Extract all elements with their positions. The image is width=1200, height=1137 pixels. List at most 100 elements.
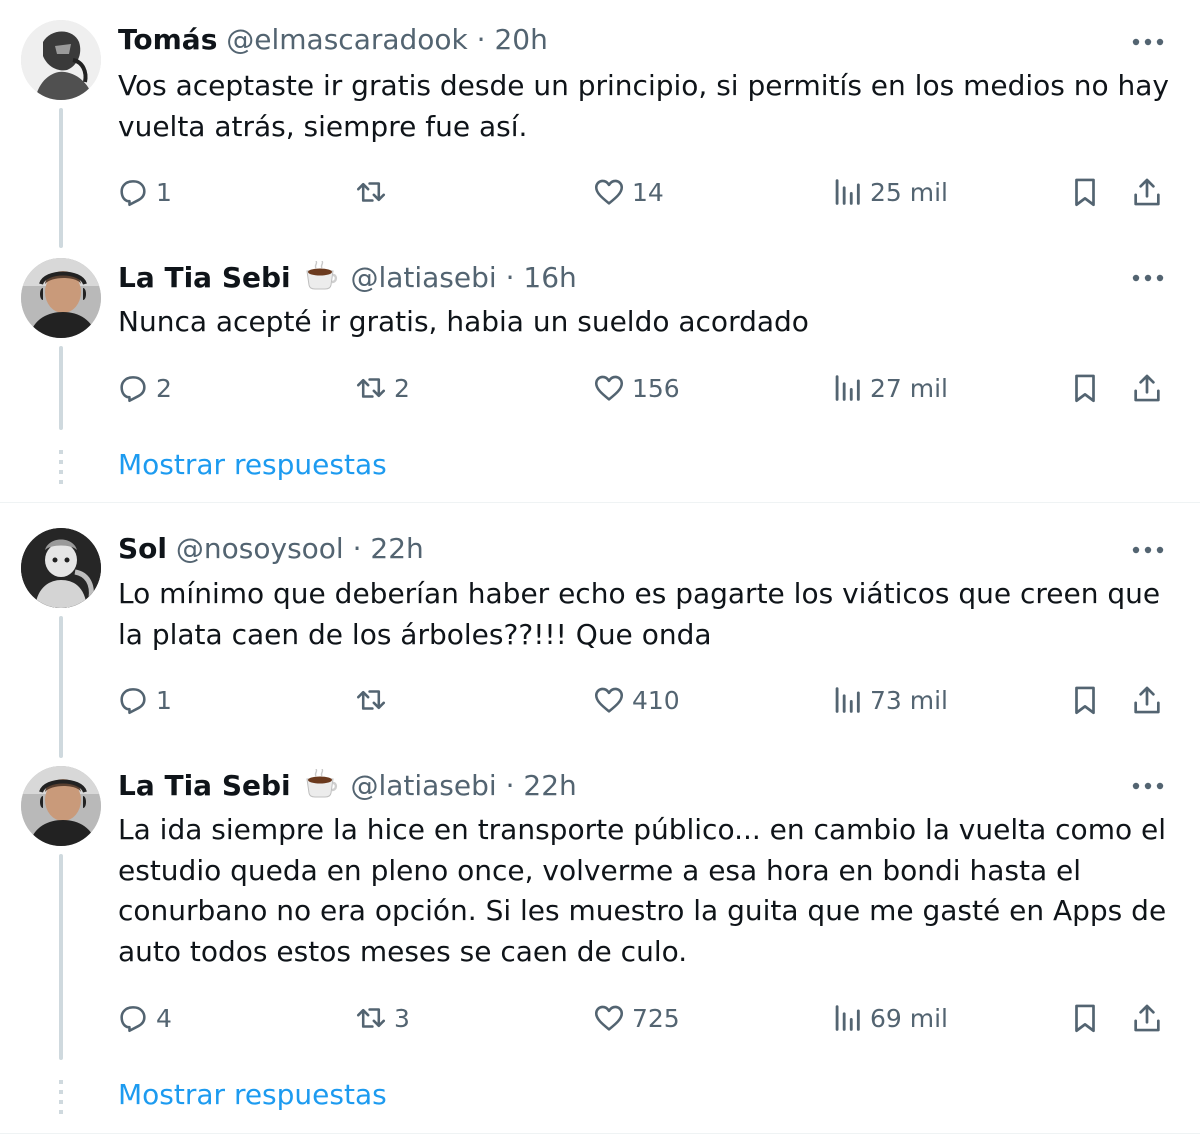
share-icon [1134, 686, 1160, 714]
tweet-1[interactable]: Tomás @elmascaradook · 20h Vos aceptaste… [0, 0, 1200, 248]
share-button[interactable] [1130, 998, 1164, 1038]
thread-divider [0, 502, 1200, 503]
reply-icon [120, 1006, 146, 1033]
avatar-tomas[interactable] [21, 20, 101, 100]
like-button[interactable]: 725 [592, 998, 680, 1038]
tweet-text-line: vuelta atrás, siempre fue así. [118, 109, 528, 143]
like-count: 725 [632, 1003, 680, 1033]
retweet-button[interactable]: 3 [354, 998, 410, 1038]
timestamp[interactable]: 22h [370, 532, 423, 565]
share-button[interactable] [1130, 368, 1164, 408]
retweet-icon [356, 378, 386, 398]
bookmark-button[interactable] [1068, 368, 1102, 408]
tweet-text: Lo mínimo que deberían haber echo es pag… [118, 574, 1178, 655]
bookmark-icon [1075, 1004, 1095, 1033]
views-icon [835, 375, 860, 401]
views-button[interactable]: 69 mil [830, 998, 948, 1038]
thread-line [59, 616, 63, 758]
views-button[interactable]: 73 mil [830, 680, 948, 720]
tweet-text-line: Nunca acepté ir gratis, habia un sueldo … [118, 305, 809, 338]
reply-button[interactable]: 1 [116, 680, 172, 720]
like-button[interactable]: 410 [592, 680, 680, 720]
bookmark-button[interactable] [1068, 998, 1102, 1038]
reply-button[interactable]: 2 [116, 368, 172, 408]
separator: · [505, 769, 515, 802]
tweet-2[interactable]: La Tia Sebi @latiasebi · 16h Nunca acept… [0, 240, 1200, 502]
reply-icon [120, 180, 146, 207]
share-button[interactable] [1130, 172, 1164, 212]
views-count: 27 mil [870, 373, 949, 403]
tweet-text: Vos aceptaste ir gratis desde un princip… [118, 66, 1178, 147]
views-count: 73 mil [870, 685, 949, 715]
user-name[interactable]: Tomás [118, 23, 217, 56]
reply-button[interactable]: 4 [116, 998, 172, 1038]
user-handle[interactable]: @nosoysool [176, 532, 344, 565]
like-button[interactable]: 14 [592, 172, 664, 212]
tweet-header: La Tia Sebi @latiasebi · 22h [118, 768, 577, 803]
coffee-cup-icon [304, 768, 338, 807]
bookmark-button[interactable] [1068, 172, 1102, 212]
timestamp[interactable]: 16h [523, 261, 576, 294]
separator: · [505, 261, 515, 294]
avatar-sol[interactable] [21, 528, 101, 608]
retweet-button[interactable] [354, 172, 394, 212]
user-handle[interactable]: @latiasebi [350, 261, 496, 294]
thread-line [59, 854, 63, 1060]
retweet-icon [356, 1008, 386, 1028]
avatar-la-tia-sebi[interactable] [21, 258, 101, 338]
more-options-icon[interactable] [1128, 270, 1168, 286]
reply-count: 1 [156, 685, 172, 715]
show-replies-link[interactable]: Mostrar respuestas [118, 1078, 387, 1112]
separator: · [352, 532, 362, 565]
heart-icon [594, 1005, 624, 1031]
views-button[interactable]: 25 mil [830, 172, 948, 212]
more-options-icon[interactable] [1128, 34, 1168, 50]
user-handle[interactable]: @latiasebi [350, 769, 496, 802]
tweet-header: Sol @nosoysool · 22h [118, 532, 424, 566]
tweet-text-line: estudio queda en pleno once, volverme a … [118, 853, 1082, 887]
timestamp[interactable]: 20h [494, 23, 547, 56]
retweet-button[interactable] [354, 680, 394, 720]
user-name[interactable]: La Tia Sebi [118, 769, 291, 802]
share-button[interactable] [1130, 680, 1164, 720]
heart-icon [594, 375, 624, 401]
user-name[interactable]: La Tia Sebi [118, 261, 291, 294]
retweet-icon [356, 182, 386, 202]
reply-count: 1 [156, 177, 172, 207]
show-replies-link[interactable]: Mostrar respuestas [118, 448, 387, 482]
tweet-4[interactable]: La Tia Sebi @latiasebi · 22h La ida siem… [0, 750, 1200, 1132]
bookmark-icon [1075, 178, 1095, 207]
thread-line [59, 346, 63, 430]
retweet-icon [356, 690, 386, 710]
tweet-text-line: Vos aceptaste ir gratis desde un princip… [118, 69, 1169, 102]
thread-dots [59, 450, 63, 486]
bookmark-icon [1075, 374, 1095, 403]
tweet-text-line: la plata caen de los árboles??!!! Que on… [118, 617, 712, 651]
views-count: 25 mil [870, 177, 949, 207]
retweet-count: 3 [394, 1003, 410, 1033]
views-button[interactable]: 27 mil [830, 368, 948, 408]
user-handle[interactable]: @elmascaradook [226, 23, 468, 56]
coffee-cup-icon [304, 260, 338, 299]
tweet-text: La ida siempre la hice en transporte púb… [118, 810, 1178, 972]
share-icon [1134, 1004, 1160, 1032]
views-count: 69 mil [870, 1003, 949, 1033]
more-options-icon[interactable] [1128, 542, 1168, 558]
user-name[interactable]: Sol [118, 532, 167, 565]
tweet-header: La Tia Sebi @latiasebi · 16h [118, 260, 577, 295]
reply-button[interactable]: 1 [116, 172, 172, 212]
heart-icon [594, 179, 624, 205]
views-icon [835, 1005, 860, 1031]
thread-divider [0, 1133, 1200, 1134]
like-count: 14 [632, 177, 664, 207]
tweet-3[interactable]: Sol @nosoysool · 22h Lo mínimo que deber… [0, 510, 1200, 758]
avatar-la-tia-sebi[interactable] [21, 766, 101, 846]
more-options-icon[interactable] [1128, 778, 1168, 794]
like-count: 156 [632, 373, 680, 403]
like-button[interactable]: 156 [592, 368, 680, 408]
timestamp[interactable]: 22h [523, 769, 576, 802]
heart-icon [594, 687, 624, 713]
share-icon [1134, 178, 1160, 206]
bookmark-button[interactable] [1068, 680, 1102, 720]
retweet-button[interactable]: 2 [354, 368, 410, 408]
